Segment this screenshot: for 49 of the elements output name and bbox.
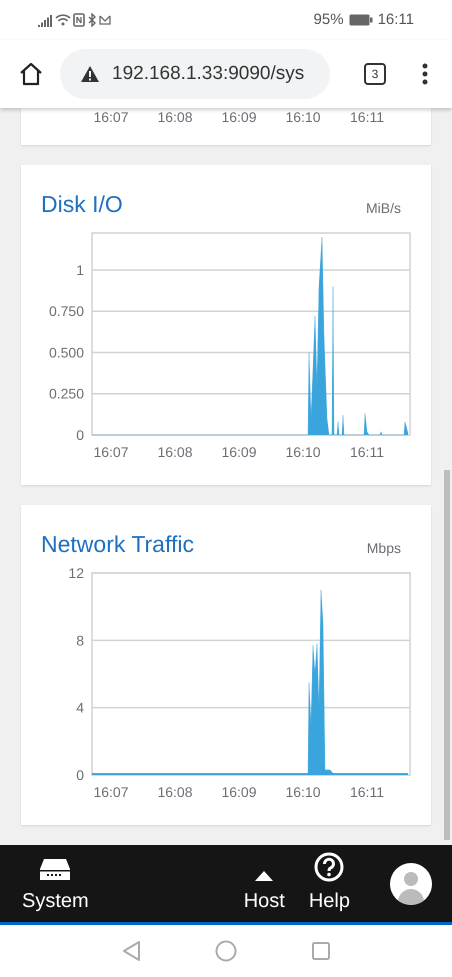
card-title: Disk I/O bbox=[41, 190, 123, 218]
axis-label: 0.250 bbox=[48, 386, 84, 402]
axis-label: 16:08 bbox=[157, 109, 193, 125]
menu-icon[interactable] bbox=[420, 62, 430, 86]
axis-label: 0 bbox=[76, 767, 84, 783]
card-title: Network Traffic bbox=[41, 530, 194, 558]
wifi-icon bbox=[55, 14, 71, 26]
home-icon[interactable] bbox=[18, 61, 44, 87]
axis-label: 1 bbox=[76, 262, 84, 278]
bluetooth-icon bbox=[88, 13, 96, 27]
nav-item[interactable]: Help bbox=[306, 852, 352, 916]
axis-label: 0.500 bbox=[48, 344, 84, 360]
axis-label: 16:10 bbox=[285, 784, 321, 800]
axis-label: 16:11 bbox=[350, 444, 384, 460]
axis-label: 16:11 bbox=[350, 784, 384, 800]
help-icon bbox=[314, 852, 344, 882]
axis-label: 16:07 bbox=[93, 784, 129, 800]
axis-label: 16:07 bbox=[93, 444, 129, 460]
unit-label: MiB/s bbox=[366, 199, 401, 218]
axis-label: 16:08 bbox=[157, 784, 193, 800]
axis-label: 16:09 bbox=[221, 109, 257, 125]
url-text: 192.168.1.33:9090/sys bbox=[112, 62, 304, 86]
mail-icon bbox=[99, 15, 111, 25]
axis-label: 4 bbox=[76, 700, 84, 716]
nav-item[interactable]: Host bbox=[242, 852, 287, 916]
axis-label: 16:11 bbox=[350, 109, 384, 125]
axis-label: 12 bbox=[68, 565, 84, 581]
unit-label: Mbps bbox=[366, 539, 401, 558]
axis-label: 16:10 bbox=[285, 444, 321, 460]
server-icon bbox=[39, 858, 72, 882]
axis-label: 0.750 bbox=[48, 303, 84, 320]
axis-label: 8 bbox=[76, 632, 84, 648]
nav-item[interactable]: System bbox=[20, 852, 91, 916]
warning-icon bbox=[80, 65, 100, 83]
nfc-icon bbox=[73, 13, 85, 27]
caret-up-icon bbox=[254, 870, 274, 882]
axis-label: 16:09 bbox=[221, 784, 257, 800]
signal-icon bbox=[38, 15, 52, 27]
axis-label: 16:09 bbox=[221, 444, 257, 460]
address-bar[interactable]: 192.168.1.33:9090/sys bbox=[60, 49, 330, 99]
axis-label: 0 bbox=[76, 427, 84, 443]
status-time: 16:11 bbox=[378, 10, 414, 30]
battery-icon bbox=[348, 14, 373, 26]
axis-label: 16:08 bbox=[157, 444, 193, 460]
tab-count-button[interactable]: 3 bbox=[364, 63, 386, 85]
avatar[interactable] bbox=[390, 862, 432, 904]
battery-percent: 95% bbox=[314, 10, 344, 30]
axis-label: 16:10 bbox=[285, 109, 321, 125]
axis-label: 16:07 bbox=[93, 109, 129, 125]
